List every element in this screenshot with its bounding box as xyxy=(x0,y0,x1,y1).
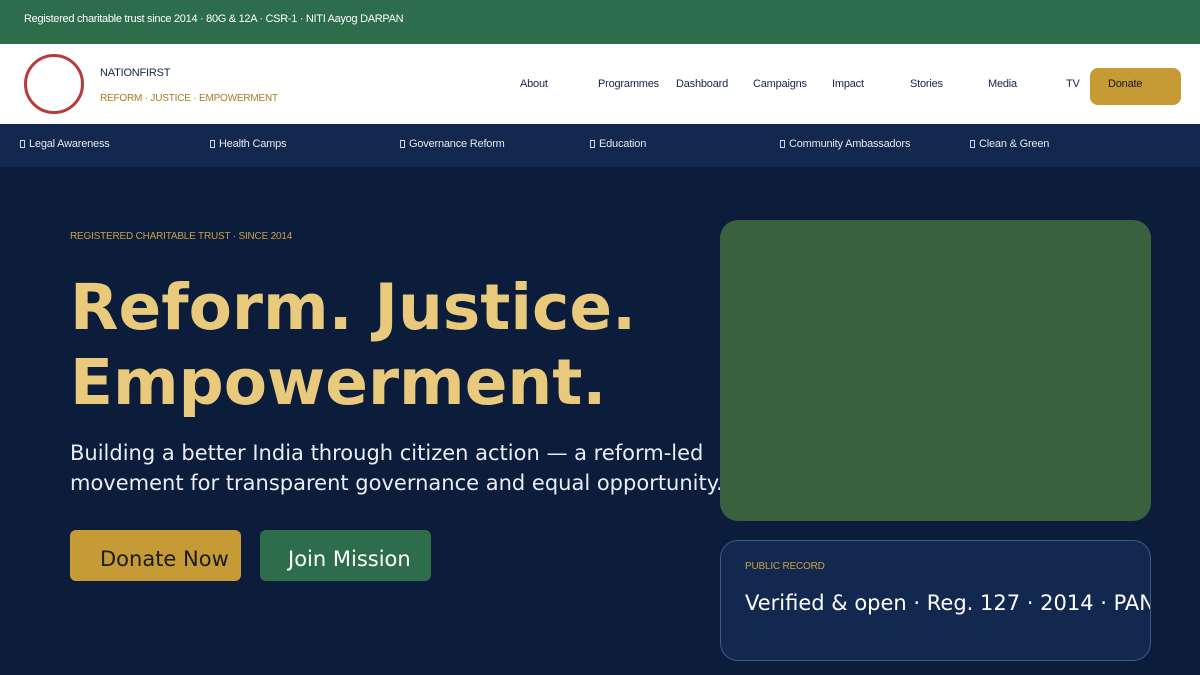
announcement-bar: Registered charitable trust since 2014 ·… xyxy=(0,0,1200,44)
hero-title: Reform. Justice. Empowerment. xyxy=(70,270,636,420)
category-governance-reform[interactable]: Governance Reform xyxy=(400,138,505,150)
nav-impact[interactable]: Impact xyxy=(832,78,864,90)
hero-title-line: Reform. Justice. xyxy=(70,271,637,344)
hero-title-line: Empowerment. xyxy=(70,346,607,419)
nav-dashboard[interactable]: Dashboard xyxy=(676,78,728,90)
category-icon xyxy=(20,140,25,148)
nav-stories[interactable]: Stories xyxy=(910,78,943,90)
brand-tagline: REFORM · JUSTICE · EMPOWERMENT xyxy=(100,93,278,104)
hero-subtitle-line: Building a better India through citizen … xyxy=(70,441,704,465)
hero-subtitle-line: movement for transparent governance and … xyxy=(70,471,722,495)
public-record-card: PUBLIC RECORD Verified & open · Reg. 127… xyxy=(720,540,1151,661)
nav-tv[interactable]: TV xyxy=(1066,78,1080,90)
site-header: NATIONFIRST REFORM · JUSTICE · EMPOWERME… xyxy=(0,44,1200,124)
category-icon xyxy=(400,140,405,148)
nav-campaigns[interactable]: Campaigns xyxy=(753,78,807,90)
announcement-text: Registered charitable trust since 2014 ·… xyxy=(24,13,404,25)
category-community-ambassadors[interactable]: Community Ambassadors xyxy=(780,138,910,150)
nav-about[interactable]: About xyxy=(520,78,548,90)
category-legal-awareness[interactable]: Legal Awareness xyxy=(20,138,110,150)
nav-media[interactable]: Media xyxy=(988,78,1017,90)
donate-now-button[interactable]: Donate Now xyxy=(70,530,241,581)
category-icon xyxy=(210,140,215,148)
category-icon xyxy=(970,140,975,148)
category-icon xyxy=(590,140,595,148)
logo-emblem[interactable] xyxy=(24,54,84,114)
category-health-camps[interactable]: Health Camps xyxy=(210,138,286,150)
nav-programmes[interactable]: Programmes xyxy=(598,78,659,90)
category-label: Clean & Green xyxy=(979,138,1050,150)
category-education[interactable]: Education xyxy=(590,138,646,150)
header-donate-button[interactable]: Donate xyxy=(1090,68,1181,105)
category-label: Governance Reform xyxy=(409,138,505,150)
brand-name[interactable]: NATIONFIRST xyxy=(100,67,171,79)
hero-image-placeholder xyxy=(720,220,1151,521)
category-icon xyxy=(780,140,785,148)
category-label: Education xyxy=(599,138,647,150)
category-label: Legal Awareness xyxy=(29,138,110,150)
hero-subtitle: Building a better India through citizen … xyxy=(70,438,722,502)
record-value: Verified & open · Reg. 127 · 2014 · PAN xyxy=(745,591,1151,615)
category-bar: Legal Awareness Health Camps Governance … xyxy=(0,124,1200,167)
category-clean-green[interactable]: Clean & Green xyxy=(970,138,1049,150)
hero-eyebrow: REGISTERED CHARITABLE TRUST · SINCE 2014 xyxy=(70,231,293,242)
category-label: Community Ambassadors xyxy=(789,138,911,150)
record-label: PUBLIC RECORD xyxy=(745,561,825,572)
category-label: Health Camps xyxy=(219,138,287,150)
join-mission-button[interactable]: Join Mission xyxy=(260,530,431,581)
